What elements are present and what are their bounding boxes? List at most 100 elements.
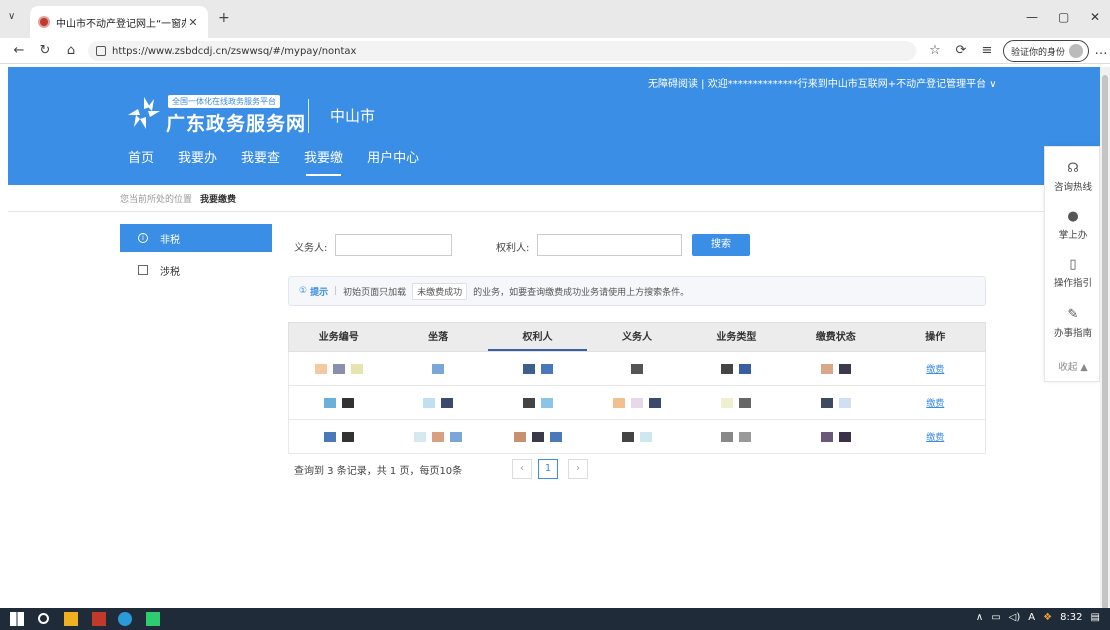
consult-hotline-label: 咨询热线: [1053, 182, 1092, 193]
site-header: 无障碍阅读 | 欢迎**************行来到中山市互联网+不动产登记管…: [8, 67, 1100, 185]
tip-tag: 未缴费成功: [412, 282, 468, 300]
col-action[interactable]: 操作: [886, 323, 985, 351]
sidebar-item-tax[interactable]: 涉税: [120, 256, 272, 284]
gov-logo-icon: [128, 97, 160, 129]
consult-hotline[interactable]: ☊ 咨询热线: [1045, 161, 1101, 193]
prev-page-button[interactable]: ‹: [512, 459, 532, 479]
address-bar-row: ← ↻ ⌂ https://www.zsbdcdj.cn/zswwsq/#/my…: [0, 38, 1110, 64]
payment-table: 业务编号 坐落 权利人 义务人 业务类型 缴费状态 操作 缴费 缴费 缴费: [288, 322, 986, 454]
close-tab-icon[interactable]: ✕: [186, 16, 200, 29]
cell-redacted: [587, 386, 686, 419]
mobile-service[interactable]: ● 掌上办: [1045, 209, 1101, 241]
notification-icon[interactable]: ▤: [1091, 612, 1100, 623]
home-icon[interactable]: ⌂: [62, 42, 80, 60]
page-1-button[interactable]: 1: [538, 459, 558, 479]
tip-separator: |: [334, 286, 338, 296]
table-row: 缴费: [288, 420, 986, 454]
header-divider: [308, 99, 309, 133]
cell-redacted: [587, 420, 686, 453]
verify-identity-button[interactable]: 验证你的身份: [1003, 40, 1089, 62]
nav-apply[interactable]: 我要办: [178, 147, 217, 176]
sidebar-item-label: 涉税: [160, 266, 180, 278]
url-text: https://www.zsbdcdj.cn/zswwsq/#/mypay/no…: [112, 45, 357, 57]
col-pay-status[interactable]: 缴费状态: [786, 323, 885, 351]
volume-icon[interactable]: ◁): [1009, 612, 1021, 623]
collapse-button[interactable]: 收起 ▲: [1045, 359, 1101, 373]
cell-redacted: [289, 352, 388, 385]
obligor-input[interactable]: [335, 234, 452, 256]
nav-pay[interactable]: 我要缴: [304, 147, 343, 176]
lock-icon: [96, 46, 106, 56]
cell-redacted: [786, 420, 885, 453]
table-row: 缴费: [288, 352, 986, 386]
sidebar-item-label: 非税: [160, 234, 180, 246]
close-window-icon[interactable]: ✕: [1090, 10, 1100, 24]
tray-arrow-icon[interactable]: ∧: [976, 612, 983, 623]
city-name: 中山市: [330, 107, 376, 125]
cell-redacted: [786, 352, 885, 385]
mobile-service-label: 掌上办: [1058, 230, 1088, 241]
wechat-app-icon[interactable]: [146, 612, 160, 626]
col-business-type[interactable]: 业务类型: [687, 323, 786, 351]
windows-taskbar: ∧ ▭ ◁) A ❖ 8:32 ▤: [0, 608, 1110, 630]
nav-user-center[interactable]: 用户中心: [367, 147, 419, 176]
pay-link[interactable]: 缴费: [926, 396, 944, 409]
search-icon[interactable]: [38, 613, 49, 624]
security-icon[interactable]: ❖: [1043, 612, 1052, 623]
more-menu-icon[interactable]: …: [1092, 42, 1110, 60]
divider: [8, 211, 1100, 212]
page-scrollbar[interactable]: [1100, 67, 1110, 615]
start-icon[interactable]: [10, 612, 24, 626]
pay-link[interactable]: 缴费: [926, 430, 944, 443]
edge-browser-icon[interactable]: [118, 612, 132, 626]
logo-title[interactable]: 广东政务服务网: [166, 109, 306, 136]
back-icon[interactable]: ←: [10, 42, 28, 60]
breadcrumb-current: 我要缴费: [200, 195, 237, 205]
col-obligor[interactable]: 义务人: [587, 323, 686, 351]
col-location[interactable]: 坐落: [388, 323, 487, 351]
operation-guide[interactable]: ▯ 操作指引: [1045, 257, 1101, 289]
col-right-holder[interactable]: 权利人: [487, 323, 588, 351]
system-tray: ∧ ▭ ◁) A ❖ 8:32 ▤: [976, 612, 1100, 623]
tip-text-1: 初始页面只加载: [343, 287, 407, 298]
search-button[interactable]: 搜索: [692, 234, 750, 256]
wps-icon[interactable]: [92, 612, 106, 626]
favorite-star-icon[interactable]: ☆: [926, 42, 944, 60]
network-icon[interactable]: ▭: [991, 612, 1000, 623]
maximize-icon[interactable]: ▢: [1058, 10, 1069, 24]
pay-link[interactable]: 缴费: [926, 362, 944, 375]
refresh-icon[interactable]: ↻: [36, 42, 54, 60]
cell-redacted: [289, 386, 388, 419]
cell-redacted: [488, 352, 587, 385]
ime-indicator[interactable]: A: [1028, 612, 1035, 623]
tip-text-2: 的业务，如要查询缴费成功业务请使用上方搜索条件。: [473, 287, 690, 298]
minimize-icon[interactable]: —: [1026, 10, 1038, 24]
favorites-list-icon[interactable]: ≡: [978, 42, 996, 60]
scrollbar-thumb[interactable]: [1102, 75, 1108, 615]
right-holder-input[interactable]: [537, 234, 682, 256]
cell-redacted: [687, 386, 786, 419]
url-input[interactable]: https://www.zsbdcdj.cn/zswwsq/#/mypay/no…: [88, 41, 916, 61]
tip-head: 提示: [310, 287, 329, 298]
new-tab-icon[interactable]: +: [218, 10, 230, 26]
cell-redacted: [587, 352, 686, 385]
cell-redacted: [388, 420, 487, 453]
next-page-button[interactable]: ›: [568, 459, 588, 479]
cell-redacted: [687, 352, 786, 385]
clock[interactable]: 8:32: [1060, 612, 1082, 623]
file-explorer-icon[interactable]: [64, 612, 78, 626]
document-icon: [138, 265, 148, 275]
breadcrumb-prefix: 您当前所处的位置: [120, 195, 193, 205]
nav-query[interactable]: 我要查: [241, 147, 280, 176]
welcome-bar[interactable]: 无障碍阅读 | 欢迎**************行来到中山市互联网+不动产登记管…: [648, 75, 997, 90]
service-guide[interactable]: ✎ 办事指南: [1045, 307, 1101, 339]
sidebar-item-nontax[interactable]: i 非税: [120, 224, 272, 252]
nav-home[interactable]: 首页: [128, 147, 154, 176]
pen-icon: ✎: [1067, 307, 1079, 322]
cell-redacted: [786, 386, 885, 419]
extensions-icon[interactable]: ⟳: [952, 42, 970, 60]
tab-list-icon[interactable]: ∨: [8, 11, 15, 22]
col-business-no[interactable]: 业务编号: [289, 323, 388, 351]
pagination-summary: 查询到 3 条记录，共 1 页，每页10条: [294, 466, 463, 477]
browser-tab[interactable]: 中山市不动产登记网上“一窗办事” ✕: [30, 6, 208, 38]
